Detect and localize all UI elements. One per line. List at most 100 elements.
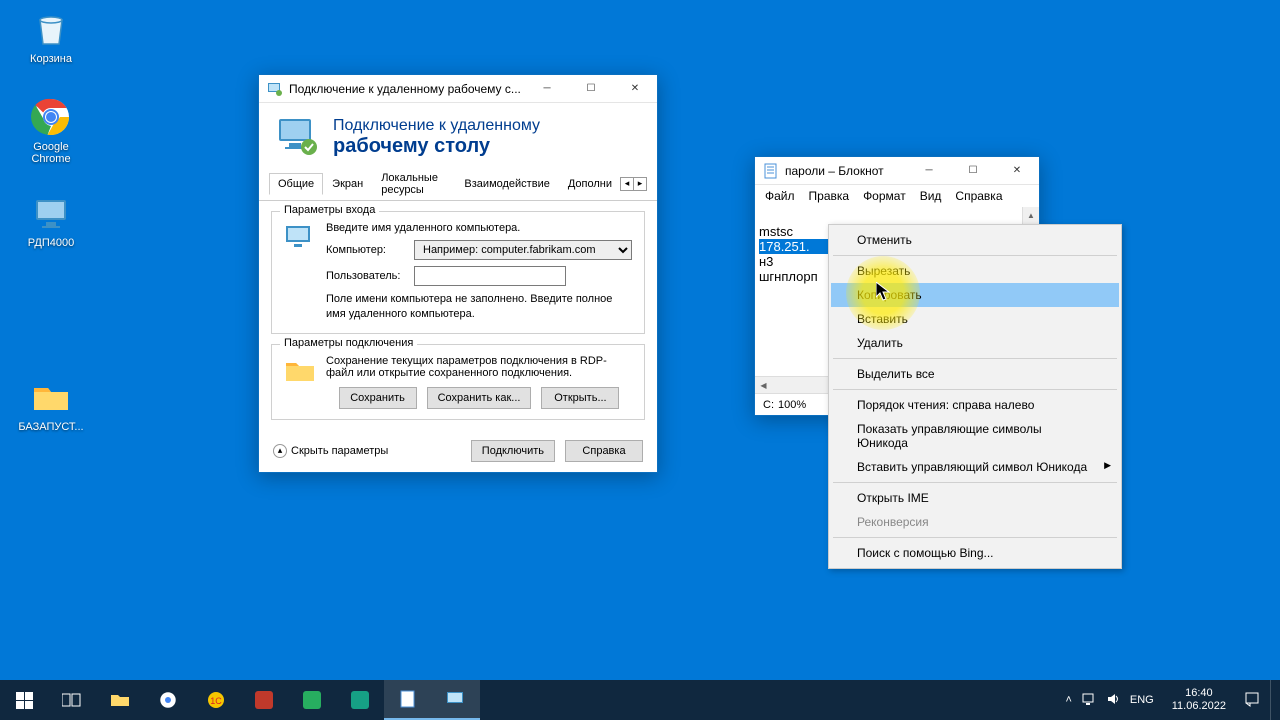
maximize-button[interactable]: ☐ xyxy=(569,75,613,103)
tray-network-icon[interactable] xyxy=(1082,692,1096,709)
rdp-header-line2: рабочему столу xyxy=(333,135,540,158)
login-hint: Поле имени компьютера не заполнено. Введ… xyxy=(326,292,632,323)
menu-format[interactable]: Формат xyxy=(857,187,912,205)
ctx-rtl[interactable]: Порядок чтения: справа налево xyxy=(831,393,1119,417)
tab-scroll-right[interactable]: ▸ xyxy=(633,177,647,191)
login-prompt: Введите имя удаленного компьютера. xyxy=(326,222,632,234)
tab-local-resources[interactable]: Локальные ресурсы xyxy=(372,167,455,200)
menu-file[interactable]: Файл xyxy=(759,187,801,205)
tab-advanced[interactable]: Дополни xyxy=(559,173,621,194)
task-rdp[interactable] xyxy=(432,680,480,720)
separator xyxy=(833,389,1117,390)
folder-icon xyxy=(30,376,72,418)
ctx-select-all[interactable]: Выделить все xyxy=(831,362,1119,386)
rdp-titlebar[interactable]: Подключение к удаленному рабочему с... ─… xyxy=(259,75,657,103)
menu-help[interactable]: Справка xyxy=(949,187,1008,205)
ctx-paste[interactable]: Вставить xyxy=(831,307,1119,331)
desktop-icon-folder[interactable]: БАЗАПУСТ... xyxy=(14,376,88,433)
rdp-header-line1: Подключение к удаленному xyxy=(333,117,540,135)
group-login: Параметры входа Введите имя удаленного к… xyxy=(271,211,645,334)
tab-screen[interactable]: Экран xyxy=(323,173,372,194)
notepad-title: пароли – Блокнот xyxy=(785,164,907,178)
separator xyxy=(833,482,1117,483)
tray-clock[interactable]: 16:40 11.06.2022 xyxy=(1164,687,1234,713)
user-label: Пользователь: xyxy=(326,270,406,282)
task-chrome[interactable] xyxy=(144,680,192,720)
rdp-title: Подключение к удаленному рабочему с... xyxy=(289,82,525,96)
desktop-icon-recycle-bin[interactable]: Корзина xyxy=(14,8,88,65)
ctx-bing-search[interactable]: Поиск с помощью Bing... xyxy=(831,541,1119,565)
minimize-button[interactable]: ─ xyxy=(907,157,951,185)
ctx-insert-unicode[interactable]: Вставить управляющий символ Юникода▶ xyxy=(831,455,1119,479)
tray-lang[interactable]: ENG xyxy=(1130,694,1154,706)
rdp-header: Подключение к удаленному рабочему столу xyxy=(259,103,657,167)
submenu-arrow-icon: ▶ xyxy=(1104,460,1111,471)
group-connection: Параметры подключения Сохранение текущих… xyxy=(271,344,645,420)
tab-experience[interactable]: Взаимодействие xyxy=(455,173,558,194)
computer-icon xyxy=(284,222,316,257)
minimize-button[interactable]: ─ xyxy=(525,75,569,103)
task-1c[interactable]: 1C xyxy=(192,680,240,720)
close-button[interactable]: ✕ xyxy=(613,75,657,103)
taskview-button[interactable] xyxy=(48,680,96,720)
recycle-bin-icon xyxy=(30,8,72,50)
show-desktop-button[interactable] xyxy=(1270,680,1276,720)
open-button[interactable]: Открыть... xyxy=(541,387,619,409)
menu-view[interactable]: Вид xyxy=(914,187,948,205)
menu-edit[interactable]: Правка xyxy=(803,187,856,205)
close-button[interactable]: ✕ xyxy=(995,157,1039,185)
tab-scroll-left[interactable]: ◂ xyxy=(620,177,634,191)
user-input[interactable] xyxy=(414,266,566,286)
tab-general[interactable]: Общие xyxy=(269,173,323,195)
ctx-delete[interactable]: Удалить xyxy=(831,331,1119,355)
system-tray: ˄ ENG 16:40 11.06.2022 xyxy=(1065,680,1280,720)
desktop-icon-label: Google Chrome xyxy=(14,141,88,165)
desktop-icon-rdp[interactable]: РДП4000 xyxy=(14,192,88,249)
task-notepad[interactable] xyxy=(384,680,432,720)
help-button[interactable]: Справка xyxy=(565,440,643,462)
tray-volume-icon[interactable] xyxy=(1106,692,1120,709)
rdp-icon xyxy=(30,192,72,234)
scroll-left-icon[interactable]: ◀ xyxy=(755,381,772,390)
chevron-up-icon: ▴ xyxy=(273,444,287,458)
scroll-up-icon[interactable]: ▲ xyxy=(1023,207,1039,224)
hide-options-toggle[interactable]: ▴ Скрыть параметры xyxy=(273,444,461,458)
task-app1[interactable] xyxy=(240,680,288,720)
ctx-reconversion: Реконверсия xyxy=(831,510,1119,534)
ctx-show-unicode[interactable]: Показать управляющие символы Юникода xyxy=(831,417,1119,455)
separator xyxy=(833,537,1117,538)
desktop-icon-chrome[interactable]: Google Chrome xyxy=(14,96,88,165)
notepad-menubar: Файл Правка Формат Вид Справка xyxy=(755,185,1039,207)
start-button[interactable] xyxy=(0,680,48,720)
status-col: С: xyxy=(763,399,774,411)
computer-input[interactable]: Например: computer.fabrikam.com xyxy=(414,240,632,260)
chrome-icon xyxy=(30,96,72,138)
ctx-undo[interactable]: Отменить xyxy=(831,228,1119,252)
task-app2[interactable] xyxy=(288,680,336,720)
tray-time: 16:40 xyxy=(1172,687,1226,700)
rdp-window: Подключение к удаленному рабочему с... ─… xyxy=(258,74,658,473)
tray-chevron-up-icon[interactable]: ˄ xyxy=(1065,694,1071,706)
save-as-button[interactable]: Сохранить как... xyxy=(427,387,532,409)
connect-button[interactable]: Подключить xyxy=(471,440,555,462)
rdp-header-icon xyxy=(275,115,319,159)
connection-text: Сохранение текущих параметров подключени… xyxy=(326,355,632,379)
notepad-titlebar[interactable]: пароли – Блокнот ─ ☐ ✕ xyxy=(755,157,1039,185)
notepad-icon xyxy=(763,163,779,179)
desktop-icon-label: РДП4000 xyxy=(14,237,88,249)
separator xyxy=(833,255,1117,256)
group-connection-legend: Параметры подключения xyxy=(280,337,417,349)
tray-date: 11.06.2022 xyxy=(1172,700,1226,713)
taskbar: 1C ˄ ENG 16:40 11.06.2022 xyxy=(0,680,1280,720)
ctx-copy[interactable]: Копировать xyxy=(831,283,1119,307)
ctx-open-ime[interactable]: Открыть IME xyxy=(831,486,1119,510)
svg-text:1C: 1C xyxy=(210,696,222,706)
context-menu: Отменить Вырезать Копировать Вставить Уд… xyxy=(828,224,1122,569)
maximize-button[interactable]: ☐ xyxy=(951,157,995,185)
tray-notifications-icon[interactable] xyxy=(1244,691,1260,710)
ctx-cut[interactable]: Вырезать xyxy=(831,259,1119,283)
rdp-tabs: Общие Экран Локальные ресурсы Взаимодейс… xyxy=(259,167,657,201)
task-app3[interactable] xyxy=(336,680,384,720)
task-explorer[interactable] xyxy=(96,680,144,720)
save-button[interactable]: Сохранить xyxy=(339,387,417,409)
